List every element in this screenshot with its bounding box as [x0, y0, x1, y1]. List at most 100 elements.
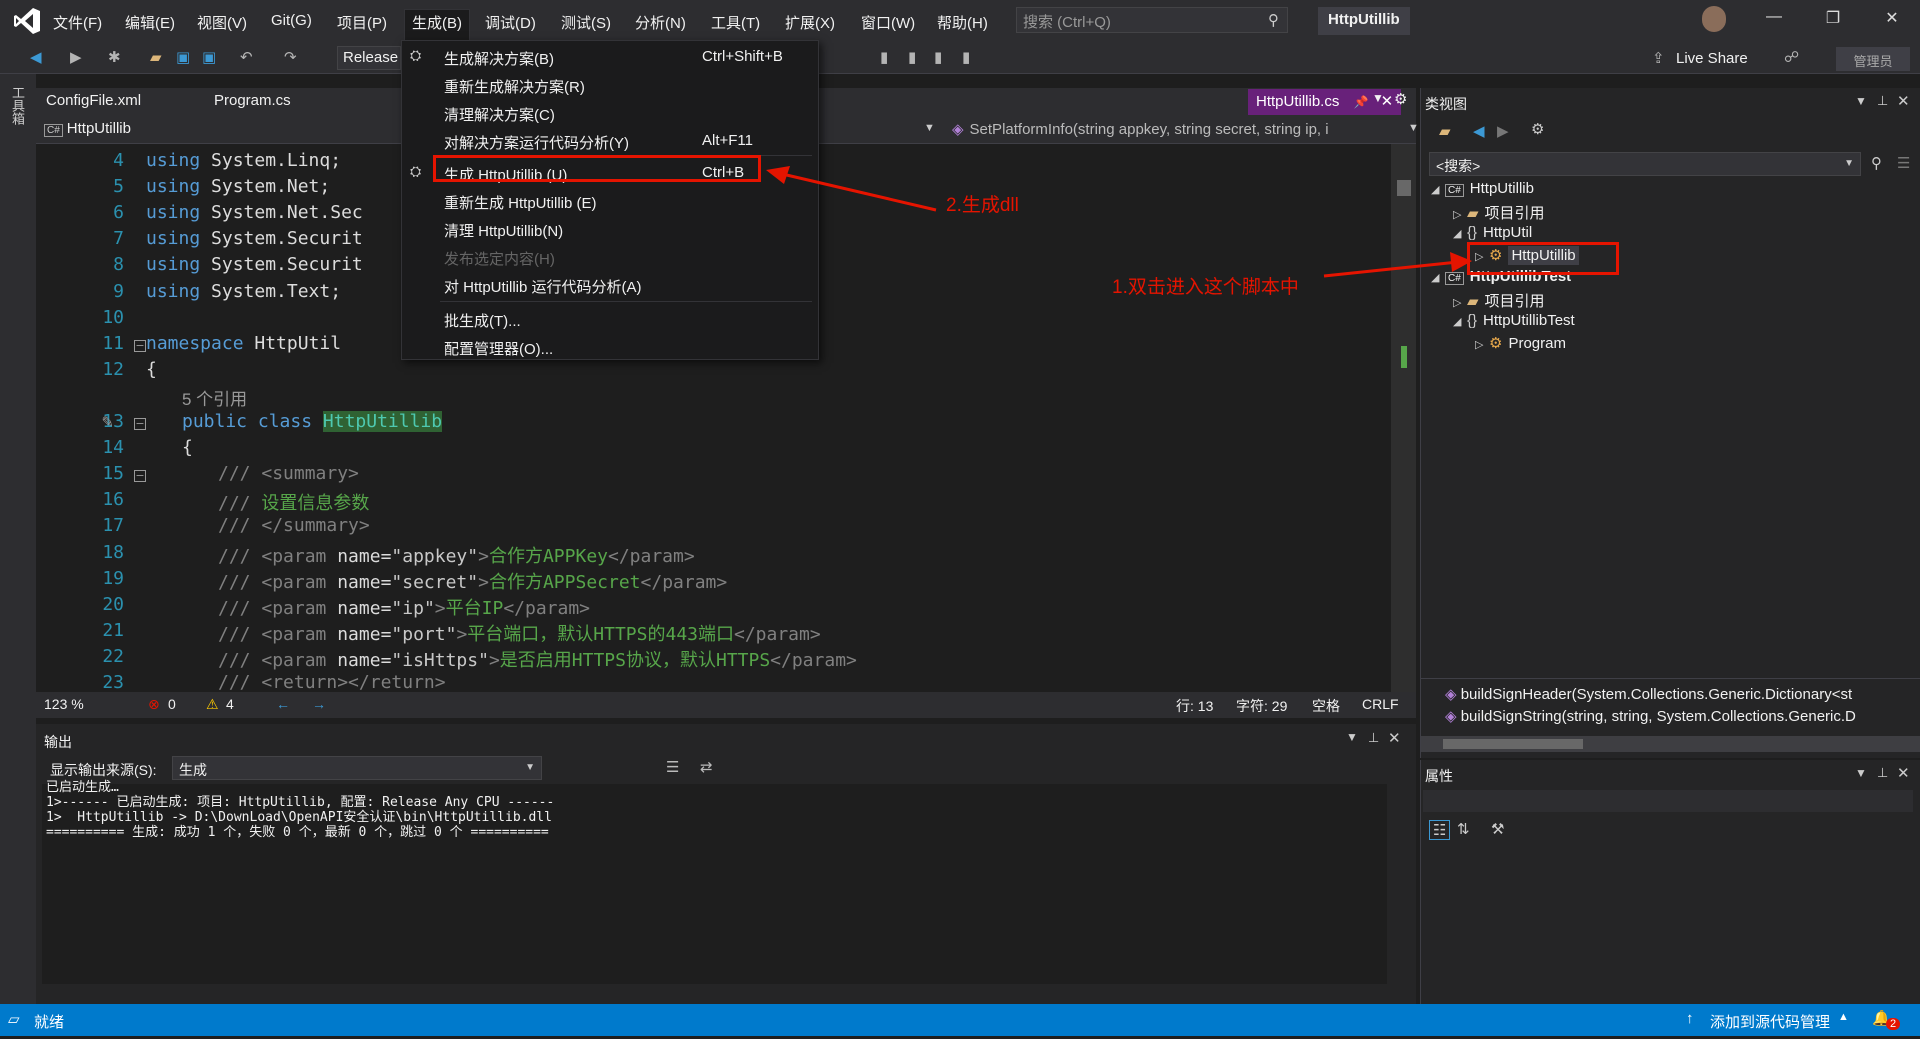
avatar[interactable]	[1702, 6, 1726, 32]
fold-toggle-icon[interactable]: −	[134, 470, 146, 483]
build-menu-item-5[interactable]: 重新生成 HttpUtillib (E)	[402, 187, 818, 215]
back-icon[interactable]: ◀	[1473, 122, 1485, 140]
tree-node[interactable]: ▷ ⚙ Program	[1475, 334, 1566, 352]
menu-item-7[interactable]: 测试(S)	[556, 10, 616, 35]
output-source-dropdown[interactable]: 生成 ▼	[172, 756, 542, 780]
next-bookmark-icon[interactable]: ▮	[934, 48, 942, 66]
live-share-button[interactable]: Live Share	[1676, 50, 1748, 67]
build-menu-item-0[interactable]: ⛭ 生成解决方案(B) Ctrl+Shift+B	[402, 43, 818, 71]
menu-item-0[interactable]: 文件(F)	[48, 10, 107, 35]
codelens-icon[interactable]: ✎	[102, 411, 113, 432]
pin-icon[interactable]: 📌	[1354, 95, 1369, 109]
tree-node[interactable]: ◢{} HttpUtillibTest	[1453, 312, 1575, 329]
menu-item-12[interactable]: 帮助(H)	[932, 10, 993, 35]
editor-vertical-scrollbar[interactable]	[1391, 144, 1416, 692]
build-menu-item-8[interactable]: 对 HttpUtillib 运行代码分析(A)	[402, 271, 818, 299]
object-selector[interactable]	[1423, 790, 1913, 812]
menu-item-8[interactable]: 分析(N)	[630, 10, 691, 35]
fold-toggle-icon[interactable]: −	[134, 339, 146, 352]
word-wrap-icon[interactable]: ⇄	[700, 758, 713, 776]
tab-program[interactable]: Program.cs	[214, 92, 291, 109]
bookmark-icon[interactable]: ▮	[880, 48, 888, 66]
tree-node[interactable]: ▷ ▰ 项目引用	[1453, 290, 1545, 311]
line-ending[interactable]: CRLF	[1362, 696, 1399, 712]
build-menu-item-2[interactable]: 清理解决方案(C)	[402, 99, 818, 127]
nav-project-dropdown[interactable]: C# HttpUtillib	[44, 120, 131, 137]
tab-configfile[interactable]: ConfigFile.xml	[46, 92, 141, 109]
prev-bookmark-icon[interactable]: ▮	[908, 48, 916, 66]
scroll-thumb[interactable]	[1397, 180, 1411, 196]
menu-item-10[interactable]: 扩展(X)	[780, 10, 840, 35]
toolbox-tab[interactable]: 工具箱	[8, 86, 27, 125]
panel-menu-chevron-icon[interactable]: ▼	[1346, 730, 1358, 744]
collapsed-arrow-icon[interactable]: ▷	[1475, 338, 1489, 351]
panel-menu-chevron-icon[interactable]: ▼	[1855, 766, 1867, 780]
build-menu-item-3[interactable]: 对解决方案运行代码分析(Y) Alt+F11	[402, 127, 818, 155]
collapsed-arrow-icon[interactable]: ▷	[1453, 208, 1467, 221]
undo-icon[interactable]: ↶	[240, 48, 253, 66]
build-menu-item-9[interactable]: 批生成(T)...	[402, 305, 818, 333]
build-menu-item-6[interactable]: 清理 HttpUtillib(N)	[402, 215, 818, 243]
close-icon[interactable]: ✕	[1882, 8, 1902, 28]
menu-item-2[interactable]: 视图(V)	[192, 10, 252, 35]
output-text-area[interactable]: 已启动生成… 1>------ 已启动生成: 项目: HttpUtillib, 配…	[42, 780, 1387, 984]
menu-item-5[interactable]: 生成(B)	[407, 10, 467, 35]
property-pages-icon[interactable]: ⚒	[1491, 820, 1504, 838]
menu-item-4[interactable]: 项目(P)	[332, 10, 392, 35]
alphabetical-icon[interactable]: ⇅	[1457, 820, 1470, 838]
search-input[interactable]: 搜索 (Ctrl+Q) ⚲	[1016, 7, 1288, 33]
error-icon[interactable]: ⊗	[148, 696, 160, 713]
menu-item-1[interactable]: 编辑(E)	[120, 10, 180, 35]
feedback-icon[interactable]: ☍	[1784, 48, 1799, 66]
forward-arrow-icon[interactable]: ▶	[70, 48, 82, 66]
chevron-down-icon[interactable]: ▼	[1408, 122, 1419, 134]
pin-icon[interactable]: ⊥	[1368, 730, 1379, 746]
scroll-thumb[interactable]	[1443, 739, 1583, 749]
panel-menu-chevron-icon[interactable]: ▼	[1855, 94, 1867, 108]
redo-icon[interactable]: ↷	[284, 48, 297, 66]
new-project-icon[interactable]: ✱	[108, 48, 121, 66]
fold-toggle-icon[interactable]: −	[134, 418, 146, 430]
chevron-up-icon[interactable]: ▲	[1838, 1011, 1849, 1023]
expanded-arrow-icon[interactable]: ◢	[1453, 227, 1467, 240]
tab-list-chevron-icon[interactable]: ▼	[1372, 91, 1384, 105]
forward-icon[interactable]: ▶	[1497, 122, 1509, 140]
close-icon[interactable]: ✕	[1897, 92, 1910, 110]
member-item[interactable]: ◈ buildSignHeader(System.Collections.Gen…	[1445, 685, 1915, 703]
collapsed-arrow-icon[interactable]: ▷	[1453, 296, 1467, 309]
expanded-arrow-icon[interactable]: ◢	[1431, 183, 1445, 196]
menu-item-3[interactable]: Git(G)	[266, 10, 317, 31]
back-arrow-icon[interactable]: ←	[276, 696, 290, 712]
open-folder-icon[interactable]: ▰	[150, 48, 162, 66]
maximize-icon[interactable]: ❐	[1823, 8, 1843, 28]
chevron-down-icon[interactable]: ▼	[924, 122, 935, 134]
expanded-arrow-icon[interactable]: ◢	[1453, 315, 1467, 328]
menu-item-9[interactable]: 工具(T)	[706, 10, 765, 35]
class-search-input[interactable]: <搜索> ▼	[1429, 152, 1861, 176]
save-all-icon[interactable]: ▣	[202, 48, 216, 66]
build-menu-item-10[interactable]: 配置管理器(O)...	[402, 333, 818, 361]
tree-node[interactable]: ◢{} HttpUtil	[1453, 224, 1532, 241]
clear-bookmarks-icon[interactable]: ▮	[962, 48, 970, 66]
forward-arrow-icon[interactable]: →	[312, 696, 326, 712]
nav-member-dropdown[interactable]: ◈ SetPlatformInfo(string appkey, string s…	[952, 120, 1406, 138]
build-menu-item-1[interactable]: 重新生成解决方案(R)	[402, 71, 818, 99]
tree-node[interactable]: ◢ C# HttpUtillib	[1431, 180, 1534, 197]
member-item[interactable]: ◈ buildSignString(string, string, System…	[1445, 707, 1915, 725]
reference-count[interactable]: 5 个引用	[182, 390, 247, 409]
settings-gear-icon[interactable]: ⚙	[1531, 120, 1544, 138]
menu-item-6[interactable]: 调试(D)	[480, 10, 541, 35]
horizontal-scrollbar[interactable]	[1421, 736, 1920, 752]
categorized-icon[interactable]: ☷	[1429, 820, 1451, 840]
list-icon[interactable]: ☰	[1897, 154, 1910, 172]
menu-item-11[interactable]: 窗口(W)	[856, 10, 920, 35]
pin-icon[interactable]: ⊥	[1877, 93, 1888, 109]
pin-icon[interactable]: ⊥	[1877, 765, 1888, 781]
configuration-dropdown[interactable]: Release	[337, 46, 401, 70]
minimize-icon[interactable]: —	[1764, 8, 1784, 26]
new-folder-icon[interactable]: ▰	[1439, 122, 1451, 140]
close-icon[interactable]: ✕	[1388, 729, 1401, 747]
search-icon[interactable]: ⚲	[1871, 154, 1882, 172]
add-source-control-button[interactable]: 添加到源代码管理	[1710, 1011, 1830, 1032]
close-icon[interactable]: ✕	[1897, 764, 1910, 782]
